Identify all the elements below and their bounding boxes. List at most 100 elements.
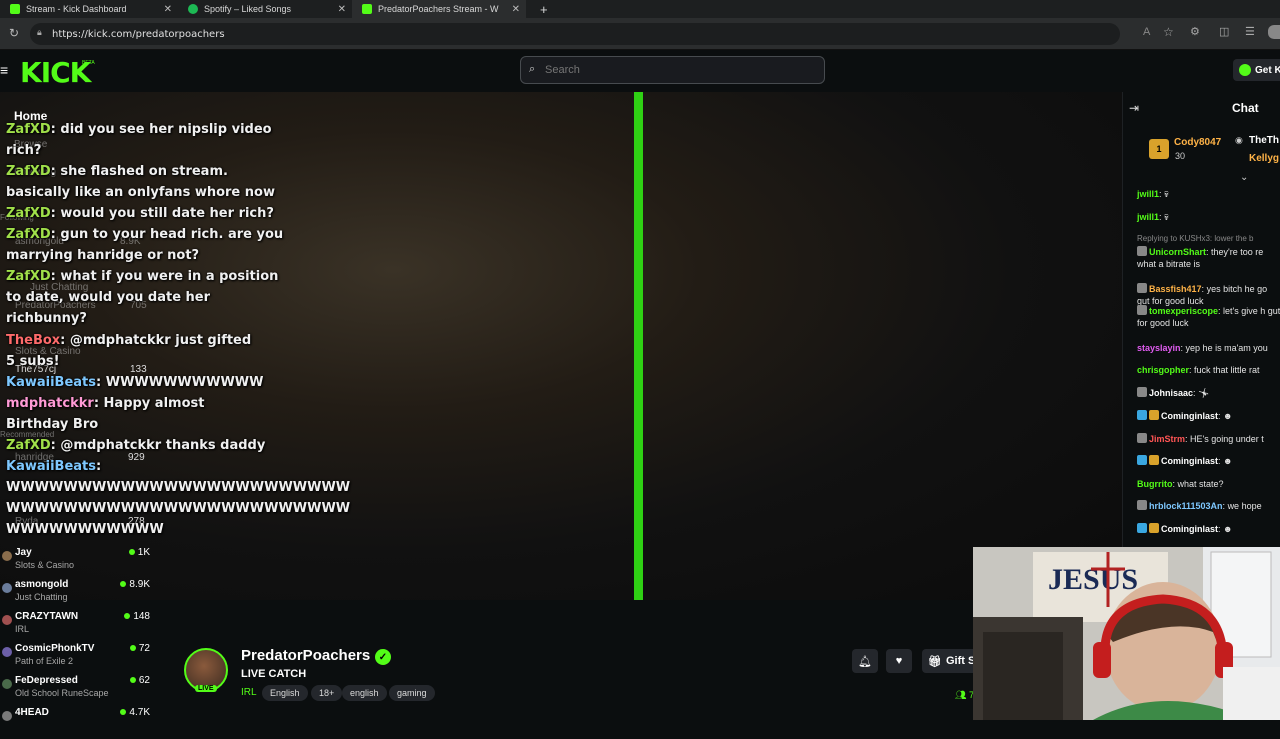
chat-message: JimStrm: HE's going under t xyxy=(1137,433,1280,445)
viewer-count: 1K xyxy=(128,547,150,558)
channel-name: CosmicPhonkTV xyxy=(15,643,95,654)
overlay-message: ZafXD: did you see her nipslip video xyxy=(6,122,272,137)
browser-tab[interactable]: Spotify – Liked Songs ✕ xyxy=(178,0,352,18)
overlay-message-wrap: rich? xyxy=(6,143,42,158)
channel-category: Old School RuneScape xyxy=(15,688,109,698)
gifter-name[interactable]: TheTh xyxy=(1249,135,1279,146)
collapse-chat-icon[interactable]: ⇥ xyxy=(1129,101,1139,115)
emote-icon: ☻ xyxy=(1223,411,1233,421)
hamburger-menu-icon[interactable]: ≡ xyxy=(0,62,8,78)
stream-tag[interactable]: english xyxy=(342,685,387,701)
overlay-message-wrap: richbunny? xyxy=(6,311,87,326)
overlay-message-wrap: marrying hanridge or not? xyxy=(6,248,200,263)
viewer-count: 4.7K xyxy=(120,707,150,718)
kick-logo[interactable]: KICK xyxy=(20,56,91,89)
emote-icon: ☻ xyxy=(1223,456,1233,466)
overlay-message-wrap: WWWWWWWWWWW xyxy=(6,522,164,537)
overlay-message-wrap: 5 subs! xyxy=(6,354,60,369)
viewer-count: 148 xyxy=(124,611,150,622)
chat-message: UnicornShart: they're too re what a bitr… xyxy=(1137,246,1264,269)
collections-icon[interactable]: ☰ xyxy=(1245,25,1255,38)
search-bar[interactable]: ⌕ xyxy=(520,56,825,84)
spotify-favicon-icon xyxy=(188,4,198,14)
chat-message: jwill1: 💀︎ xyxy=(1137,189,1169,199)
close-tab-icon[interactable]: ✕ xyxy=(164,4,172,15)
chat-message: Comingin​last: ☻ xyxy=(1137,455,1280,467)
lock-icon[interactable]: 🔒︎ xyxy=(37,28,42,38)
new-tab-button[interactable]: + xyxy=(530,0,548,18)
viewer-count: 62 xyxy=(129,675,150,686)
browser-tab[interactable]: Stream - Kick Dashboard ✕ xyxy=(0,0,178,18)
webcam-image: JESUS xyxy=(973,547,1280,720)
live-badge: LIVE xyxy=(195,685,217,692)
avatar xyxy=(2,551,12,561)
follow-button[interactable]: ♥ xyxy=(886,649,912,673)
favorite-star-icon[interactable]: ☆ xyxy=(1163,25,1174,39)
stream-tag[interactable]: gaming xyxy=(389,685,435,701)
url-text: https://kick.com/predatorpoachers xyxy=(52,28,225,40)
channel-category: Just Chatting xyxy=(15,592,68,602)
overlay-message-wrap: WWWWWWWWWWWWWWWWWWWWWWWW xyxy=(6,480,351,495)
verified-icon: ✓ xyxy=(375,649,391,665)
channel-item[interactable]: Jay Slots & Casino 1K xyxy=(0,547,160,579)
chat-title: Chat xyxy=(1232,101,1259,115)
emote-icon: 💀︎ xyxy=(1164,189,1169,199)
get-kick-label: Get K xyxy=(1255,64,1280,76)
tab-label: Stream - Kick Dashboard xyxy=(26,4,127,14)
site-header: ≡ KICK BETA ⌕ Get K xyxy=(0,50,1280,92)
kick-favicon-icon xyxy=(362,4,372,14)
chat-message: Bugrrito: what state? xyxy=(1137,479,1224,489)
chat-message: jwill1: 💀︎ xyxy=(1137,212,1169,222)
channel-item[interactable]: FeDepressed Old School RuneScape 62 xyxy=(0,675,160,707)
stream-tag[interactable]: 18+ xyxy=(311,685,343,701)
get-kick-button[interactable]: Get K xyxy=(1233,59,1280,81)
search-input[interactable] xyxy=(545,64,805,76)
channel-name: 4HEAD xyxy=(15,707,49,718)
emote-icon: 💀︎ xyxy=(1164,212,1169,222)
split-screen-icon[interactable]: ◫ xyxy=(1219,25,1229,38)
address-bar[interactable]: 🔒︎ https://kick.com/predatorpoachers xyxy=(30,23,1120,45)
browser-tab-bar: Stream - Kick Dashboard ✕ Spotify – Like… xyxy=(0,0,1280,18)
gifter-name[interactable]: Kellyg xyxy=(1249,153,1279,164)
overlay-message: ZafXD: @mdphatckkr thanks daddy xyxy=(6,438,266,453)
gift-count: 30 xyxy=(1175,151,1186,161)
overlay-message: KawaiiBeats: WWWWWWWWWWW xyxy=(6,375,264,390)
expand-icon[interactable]: ⌄ xyxy=(1240,172,1248,183)
avatar xyxy=(2,615,12,625)
streamer-name[interactable]: PredatorPoachers xyxy=(241,647,370,664)
browser-tab-active[interactable]: PredatorPoachers Stream - W ✕ xyxy=(352,0,526,18)
channel-item[interactable]: 4HEAD 4.7K xyxy=(0,707,160,739)
rank-badge: 1 xyxy=(1149,139,1169,159)
overlay-message: mdphatckkr: Happy almost xyxy=(6,396,205,411)
channel-item[interactable]: CRAZYTAWN IRL 148 xyxy=(0,611,160,643)
chat-message: stayslayin: yep he is ma'am you xyxy=(1137,343,1268,353)
heart-icon: ♥ xyxy=(895,655,903,667)
tab-label: Spotify – Liked Songs xyxy=(204,4,292,14)
channel-name: CRAZYTAWN xyxy=(15,611,79,622)
notification-bell-button[interactable]: 🔔︎ xyxy=(852,649,878,673)
extensions-icon[interactable]: ⚙ xyxy=(1190,25,1200,38)
read-aloud-icon[interactable]: A xyxy=(1143,26,1150,38)
stream-title: LIVE CATCH xyxy=(241,668,307,680)
channel-category: Path of Exile 2 xyxy=(15,656,74,666)
overlay-message: ZafXD: gun to your head rich. are you xyxy=(6,227,284,242)
reload-icon[interactable]: ↻ xyxy=(9,26,19,40)
live-dot-icon xyxy=(124,613,131,619)
live-dot-icon xyxy=(120,581,127,587)
gifter-name[interactable]: Cody8047 xyxy=(1174,137,1221,148)
chat-message: Comingin​last: ☻ xyxy=(1137,410,1280,422)
overlay-message: ZafXD: what if you were in a position xyxy=(6,269,279,284)
badge-icon xyxy=(1137,387,1147,397)
channel-item[interactable]: CosmicPhonkTV Path of Exile 2 72 xyxy=(0,643,160,675)
stream-tag[interactable]: English xyxy=(262,685,308,701)
chat-message: tomexperiscope: let's give h gut for goo… xyxy=(1137,305,1280,328)
close-tab-icon[interactable]: ✕ xyxy=(338,4,346,15)
badge-icon xyxy=(1137,455,1147,465)
channel-category: Slots & Casino xyxy=(15,560,75,570)
stream-category[interactable]: IRL xyxy=(241,687,257,698)
search-icon: ⌕ xyxy=(529,63,536,75)
gift-label: Gift S xyxy=(945,655,976,667)
channel-item[interactable]: asmongold Just Chatting 8.9K xyxy=(0,579,160,611)
profile-avatar[interactable] xyxy=(1268,25,1280,39)
close-tab-icon[interactable]: ✕ xyxy=(512,4,520,15)
